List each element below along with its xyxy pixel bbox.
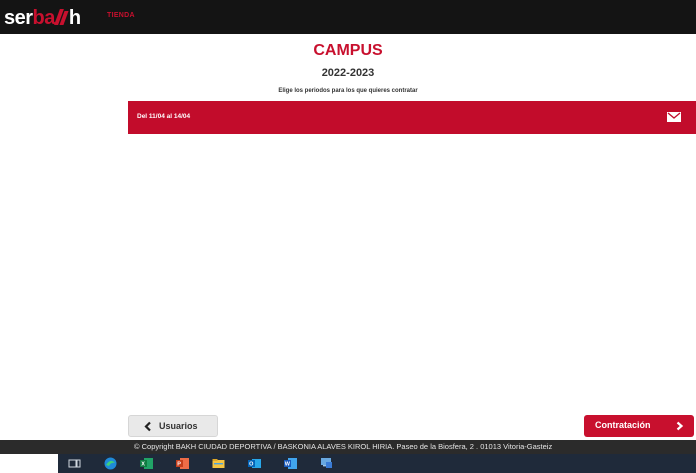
remote-desktop-icon[interactable]: [320, 457, 333, 470]
chevron-left-icon: [144, 421, 151, 432]
back-usuarios-button[interactable]: Usuarios: [128, 415, 218, 437]
nav-link-tienda[interactable]: TIENDA: [107, 12, 135, 19]
contratacion-button[interactable]: Contratación: [584, 415, 694, 437]
logo-text-red: ba: [32, 7, 56, 29]
instruction-text: Elige los periodos para los que quieres …: [278, 88, 418, 94]
period-option[interactable]: Del 11/04 al 14/04: [128, 101, 696, 134]
page-title: CAMPUS: [313, 42, 383, 59]
svg-text:X: X: [141, 462, 145, 468]
season-subtitle: 2022-2023: [321, 67, 375, 79]
edge-icon[interactable]: [104, 457, 117, 470]
taskbar-search-box[interactable]: [0, 454, 58, 473]
excel-icon[interactable]: X: [140, 457, 153, 470]
next-button-label: Contratación: [595, 420, 651, 430]
page: serba h TIENDA CAMPUS 2022-2023 Elige los…: [0, 0, 696, 473]
svg-text:O: O: [249, 462, 254, 468]
svg-text:W: W: [285, 462, 291, 468]
outlook-icon[interactable]: O: [248, 457, 261, 470]
back-button-label: Usuarios: [159, 421, 198, 431]
period-label: Del 11/04 al 14/04: [137, 113, 191, 120]
serbakh-logo[interactable]: serba h: [4, 7, 81, 29]
mail-icon[interactable]: [667, 112, 681, 122]
chevron-right-icon: [676, 421, 684, 431]
logo-text-tail: h: [68, 7, 81, 29]
file-explorer-icon[interactable]: [212, 457, 225, 470]
task-view-icon[interactable]: [68, 457, 81, 470]
footer: © Copyright BAKH CIUDAD DEPORTIVA / BASK…: [0, 440, 696, 454]
top-bar: serba h TIENDA: [0, 0, 696, 34]
powerpoint-icon[interactable]: P: [176, 457, 189, 470]
logo-text-white: ser: [4, 7, 33, 29]
copyright-text: © Copyright BAKH CIUDAD DEPORTIVA / BASK…: [134, 442, 553, 451]
svg-text:P: P: [177, 462, 181, 468]
word-icon[interactable]: W: [284, 457, 297, 470]
windows-taskbar: X P O W: [0, 454, 696, 473]
logo-mark-icon: [56, 7, 68, 27]
